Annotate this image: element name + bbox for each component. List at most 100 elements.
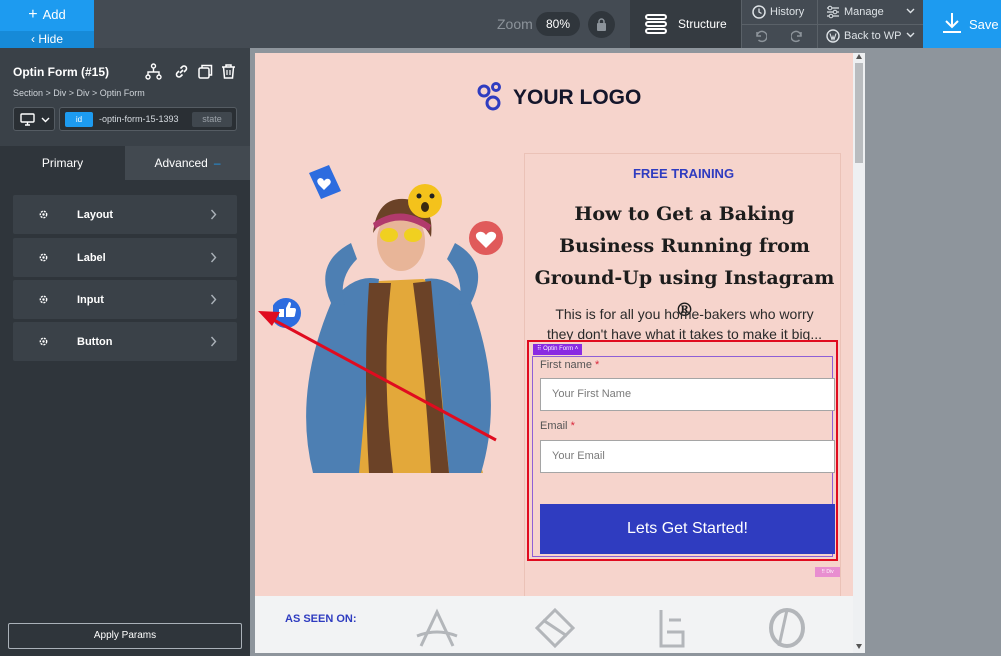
manage-label: Manage	[844, 6, 884, 18]
div-tag-label: Div	[826, 569, 834, 575]
layers-icon	[645, 14, 667, 34]
plus-icon: +	[28, 6, 38, 23]
free-training-heading: FREE TRAINING	[632, 166, 735, 181]
chevron-right-icon	[210, 252, 217, 263]
lock-button[interactable]	[588, 11, 615, 38]
hero-image	[273, 165, 503, 473]
as-seen-on-label: AS SEEN ON:	[285, 613, 357, 625]
top-toolbar: + Add ‹ Hide Zoom 80% Structure History M…	[0, 0, 1001, 48]
section-label-settings[interactable]: Label	[13, 238, 237, 277]
section-label: Label	[77, 252, 106, 264]
chevron-down-icon	[906, 32, 915, 38]
section-button[interactable]: Button	[13, 322, 237, 361]
dash-icon: –	[213, 156, 221, 170]
section-label: Input	[77, 294, 104, 306]
scroll-down-icon	[856, 644, 862, 649]
scrollbar-thumb[interactable]	[855, 63, 863, 163]
state-selector[interactable]: state	[192, 112, 232, 127]
optin-form-tag-label: Optin Form	[543, 346, 574, 352]
back-to-wp-button[interactable]: Back to WP	[826, 29, 918, 43]
redo-icon	[791, 30, 802, 43]
logo-mark-icon	[477, 82, 501, 111]
structure-button[interactable]: Structure	[630, 0, 741, 48]
add-button[interactable]: + Add ‹ Hide	[0, 0, 94, 48]
zoom-level-button[interactable]: 80%	[536, 12, 580, 36]
email-label: Email *	[540, 420, 575, 432]
id-tag: id	[65, 112, 93, 127]
first-name-label: First name *	[540, 359, 599, 371]
section-label: Button	[77, 336, 113, 348]
scrollbar[interactable]	[853, 53, 865, 653]
required-mark: *	[595, 359, 600, 371]
trash-icon[interactable]	[220, 63, 237, 80]
download-icon	[943, 13, 961, 33]
sidebar-header: Optin Form (#15) Section > Div > Div > O…	[0, 48, 250, 146]
sliders-icon	[827, 5, 839, 19]
tab-advanced-label: Advanced	[154, 156, 208, 170]
logo: YOUR LOGO	[475, 81, 641, 116]
lock-icon	[597, 18, 606, 31]
apply-params-button[interactable]: Apply Params	[8, 623, 242, 649]
save-label: Save	[969, 17, 999, 32]
tab-primary[interactable]: Primary	[0, 146, 125, 180]
duplicate-icon[interactable]	[197, 63, 214, 80]
section-label: Layout	[77, 209, 114, 221]
clock-icon	[752, 5, 766, 19]
logo-text: YOUR LOGO	[513, 86, 642, 109]
save-button[interactable]: Save	[923, 0, 1001, 48]
manage-button[interactable]: Manage	[826, 5, 918, 19]
element-title: Optin Form (#15)	[13, 65, 110, 79]
structure-label: Structure	[678, 17, 727, 31]
breadcrumb: Section > Div > Div > Optin Form	[13, 88, 145, 98]
scroll-up-icon	[856, 54, 862, 59]
gear-icon	[39, 337, 48, 346]
submit-button[interactable]: Lets Get Started!	[540, 504, 835, 554]
hide-label: Hide	[38, 32, 64, 46]
gear-icon	[39, 253, 48, 262]
email-input[interactable]: Your Email	[540, 440, 835, 473]
divider	[741, 24, 923, 25]
link-icon[interactable]	[173, 63, 190, 80]
back-to-wp-label: Back to WP	[844, 30, 902, 42]
desktop-icon	[20, 113, 35, 126]
subheadline: This is for all you home-bakers who worr…	[546, 306, 823, 342]
section-input[interactable]: Input	[13, 280, 237, 319]
partner-logo-icon	[769, 608, 805, 648]
as-seen-on-section: AS SEEN ON:	[255, 596, 853, 653]
add-label: Add	[42, 7, 66, 22]
partner-logo-icon	[534, 607, 576, 649]
chevron-right-icon	[210, 209, 217, 220]
email-label-text: Email	[540, 420, 568, 432]
partner-logo-icon	[659, 610, 685, 648]
partner-logo-icon	[416, 608, 458, 647]
chevron-right-icon	[210, 294, 217, 305]
chevron-down-icon	[41, 117, 50, 123]
first-name-input[interactable]: Your First Name	[540, 378, 835, 411]
section-layout[interactable]: Layout	[13, 195, 237, 234]
zoom-label: Zoom	[497, 16, 533, 32]
id-value[interactable]: -optin-form-15-1393	[99, 114, 189, 124]
tab-advanced[interactable]: Advanced –	[125, 146, 250, 180]
hide-button[interactable]: ‹ Hide	[0, 31, 94, 48]
required-mark: *	[570, 420, 575, 432]
id-field[interactable]: id -optin-form-15-1393 state	[59, 107, 237, 131]
optin-form: First name * Your First Name Email * You…	[532, 356, 835, 557]
undo-icon	[756, 30, 767, 43]
optin-form-tag[interactable]: ⠿ Optin Form ˄	[533, 344, 583, 355]
divider	[817, 0, 818, 48]
chevron-right-icon	[210, 336, 217, 347]
hierarchy-icon[interactable]	[145, 63, 162, 80]
device-selector[interactable]	[13, 107, 55, 131]
optin-form-selected[interactable]: ⠿ Optin Form ˄ First name * Your First N…	[527, 340, 838, 561]
gear-icon	[39, 295, 48, 304]
first-name-label-text: First name	[540, 359, 592, 371]
div-tag[interactable]: ⠿ Div	[815, 567, 840, 577]
history-label: History	[770, 6, 805, 18]
editor-canvas: YOUR LOGO FREE TRAINING How to Get a Bak…	[250, 48, 1001, 656]
chevron-up-icon: ˄	[573, 346, 579, 352]
gear-icon	[39, 210, 48, 219]
chevron-down-icon	[906, 8, 915, 14]
sidebar: Optin Form (#15) Section > Div > Div > O…	[0, 48, 250, 656]
landing-page: YOUR LOGO FREE TRAINING How to Get a Bak…	[255, 53, 853, 653]
wordpress-icon	[826, 29, 840, 43]
